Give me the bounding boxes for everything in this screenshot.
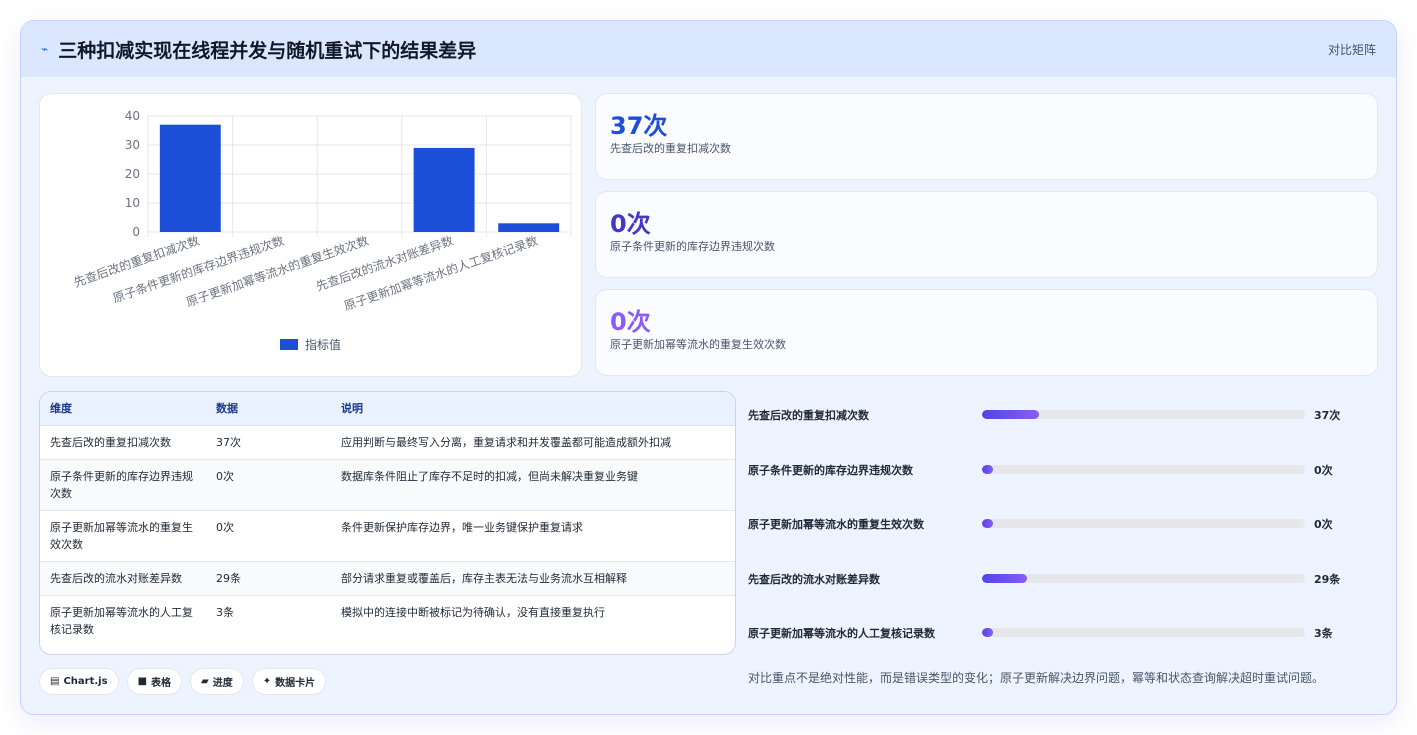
data-table-panel: 维度 数据 说明 先查后改的重复扣减次数 37次 应用判断与最终写入分离，重复请… (39, 391, 736, 655)
y-tick-label: 10 (125, 196, 140, 210)
stat-card-3: 0次 原子更新加幂等流水的重复生效次数 (595, 289, 1378, 376)
stat-card-1: 37次 先查后改的重复扣减次数 (595, 93, 1378, 180)
cell-dimension: 原子更新加幂等流水的人工复核记录数 (50, 605, 193, 636)
progress-track (982, 628, 1305, 638)
cell-value: 3条 (216, 605, 234, 619)
bar-chart: 010203040先查后改的重复扣减次数原子条件更新的库存边界违规次数原子更新加… (72, 109, 572, 352)
cell-dimension: 先查后改的流水对账差异数 (40, 561, 206, 596)
progress-row: 先查后改的流水对账差异数 29条 (748, 557, 1378, 612)
cell-dimension: 先查后改的重复扣减次数 (40, 425, 206, 460)
progress-track (982, 410, 1305, 419)
cell-description: 部分请求重复或覆盖后，库存主表无法与业务流水互相解释 (331, 561, 735, 596)
progress-label: 先查后改的流水对账差异数 (748, 572, 880, 586)
cell-value: 0次 (206, 510, 331, 562)
stat-value: 0次 (610, 308, 651, 336)
comparison-card: ⌁ 三种扣减实现在线程并发与随机重试下的结果差异 对比矩阵 0 10 20 30 40 先… (20, 20, 1397, 715)
page-title: 三种扣减实现在线程并发与随机重试下的结果差异 (58, 39, 477, 62)
progress-track (982, 519, 1305, 529)
progress-row: 原子条件更新的库存边界违规次数 0次 (748, 448, 1378, 503)
footnote: 对比重点不是绝对性能，而是错误类型的变化；原子更新解决边界问题，幂等和状态查询解… (748, 671, 1325, 685)
progress-track (982, 464, 1305, 474)
data-table: 维度 数据 说明 先查后改的重复扣减次数 37次 应用判断与最终写入分离，重复请… (40, 392, 735, 646)
chart-icon: ▤ (50, 676, 60, 687)
column-header: 维度 (40, 392, 206, 426)
table-row: 原子更新加幂等流水的人工复核记录数 3条 模拟中的连接中断被标记为待确认，没有直… (40, 595, 735, 646)
stat-value: 0次 (610, 210, 651, 238)
y-tick-label: 30 (125, 138, 140, 152)
pill-table[interactable]: ■ 表格 (126, 668, 183, 695)
progress-list: 先查后改的重复扣减次数 37次 原子条件更新的库存边界违规次数 0次 原子更新加… (748, 393, 1378, 666)
progress-track (982, 573, 1305, 583)
cell-description: 数据库条件阻止了库存不足时的扣减，但尚未解决重复业务键 (331, 459, 735, 511)
progress-value: 29条 (1314, 572, 1341, 586)
bar (413, 147, 475, 232)
progress-fill (982, 464, 993, 474)
pill-label: 数据卡片 (275, 678, 316, 689)
progress-label: 原子条件更新的库存边界违规次数 (748, 463, 913, 477)
table-header-row: 维度 数据 说明 (40, 392, 735, 426)
cell-dimension: 原子更新加幂等流水的重复生效次数 (40, 510, 206, 562)
cell-description: 模拟中的连接中断被标记为待确认，没有直接重复执行 (341, 605, 605, 619)
pill-chartjs[interactable]: ▤ Chart.js (39, 668, 119, 695)
pulse-icon: ⌁ (41, 42, 49, 56)
progress-label: 先查后改的重复扣减次数 (748, 409, 869, 422)
column-header: 数据 (206, 392, 331, 426)
progress-row: 先查后改的重复扣减次数 37次 (748, 393, 1378, 448)
table-row: 原子更新加幂等流水的重复生效次数 0次 条件更新保护库存边界，唯一业务键保护重复… (40, 510, 735, 562)
legend-label: 指标值 (305, 337, 341, 352)
cell-dimension: 原子条件更新的库存边界违规次数 (40, 459, 206, 511)
stat-card-2: 0次 原子条件更新的库存边界违规次数 (595, 191, 1378, 278)
progress-row: 原子更新加幂等流水的重复生效次数 0次 (748, 502, 1378, 557)
table-icon: ■ (137, 676, 148, 687)
table-row: 原子条件更新的库存边界违规次数 0次 数据库条件阻止了库存不足时的扣减，但尚未解… (40, 459, 735, 511)
header-tag: 对比矩阵 (1327, 42, 1376, 57)
progress-label: 原子更新加幂等流水的人工复核记录数 (748, 627, 935, 641)
progress-fill (982, 573, 1027, 583)
progress-fill (982, 410, 1039, 419)
table-row: 先查后改的流水对账差异数 29条 部分请求重复或覆盖后，库存主表无法与业务流水互… (40, 561, 735, 596)
pill-label: 表格 (151, 678, 172, 689)
progress-label: 原子更新加幂等流水的重复生效次数 (748, 518, 924, 532)
progress-row: 原子更新加幂等流水的人工复核记录数 3条 (748, 611, 1378, 666)
cell-description: 应用判断与最终写入分离，重复请求和并发覆盖都可能造成额外扣减 (331, 425, 735, 460)
pill-progress[interactable]: ▰ 进度 (190, 668, 244, 695)
y-tick-label: 40 (125, 109, 140, 123)
cell-value: 0次 (206, 459, 331, 511)
stat-label: 先查后改的重复扣减次数 (610, 142, 731, 155)
table-row: 先查后改的重复扣减次数 37次 应用判断与最终写入分离，重复请求和并发覆盖都可能… (40, 425, 735, 460)
progress-fill (982, 519, 993, 529)
progress-value: 3条 (1314, 627, 1333, 641)
stat-label: 原子更新加幂等流水的重复生效次数 (610, 338, 786, 351)
progress-value: 0次 (1314, 518, 1333, 532)
card-header: ⌁ 三种扣减实现在线程并发与随机重试下的结果差异 对比矩阵 (21, 21, 1396, 77)
sparkle-icon: ✦ (262, 676, 272, 687)
pill-data-cards[interactable]: ✦ 数据卡片 (251, 668, 327, 695)
bar-chart-panel: 0 10 20 30 40 先查后改的重复扣减次数 原子条件更新的库存边界违规次数 原子更新加… (39, 93, 582, 377)
cell-description: 条件更新保护库存边界，唯一业务键保护重复请求 (331, 510, 735, 562)
y-tick-label: 0 (132, 225, 140, 239)
stat-label: 原子条件更新的库存边界违规次数 (610, 240, 775, 253)
progress-value: 37次 (1314, 409, 1341, 422)
cell-value: 37次 (206, 425, 331, 460)
stat-value: 37次 (610, 112, 668, 140)
bar (159, 124, 221, 232)
pill-label: Chart.js (63, 676, 108, 687)
progress-fill (982, 628, 993, 638)
y-tick-label: 20 (125, 167, 140, 181)
pill-label: 进度 (212, 678, 233, 689)
progress-value: 0次 (1314, 463, 1333, 477)
cell-value: 29条 (206, 561, 331, 596)
tech-pills: ▤ Chart.js ■ 表格 ▰ 进度 ✦ 数据卡片 (39, 668, 327, 695)
column-header: 说明 (331, 392, 735, 426)
progress-icon: ▰ (201, 676, 209, 687)
bar (498, 223, 560, 232)
legend-swatch (280, 339, 298, 350)
